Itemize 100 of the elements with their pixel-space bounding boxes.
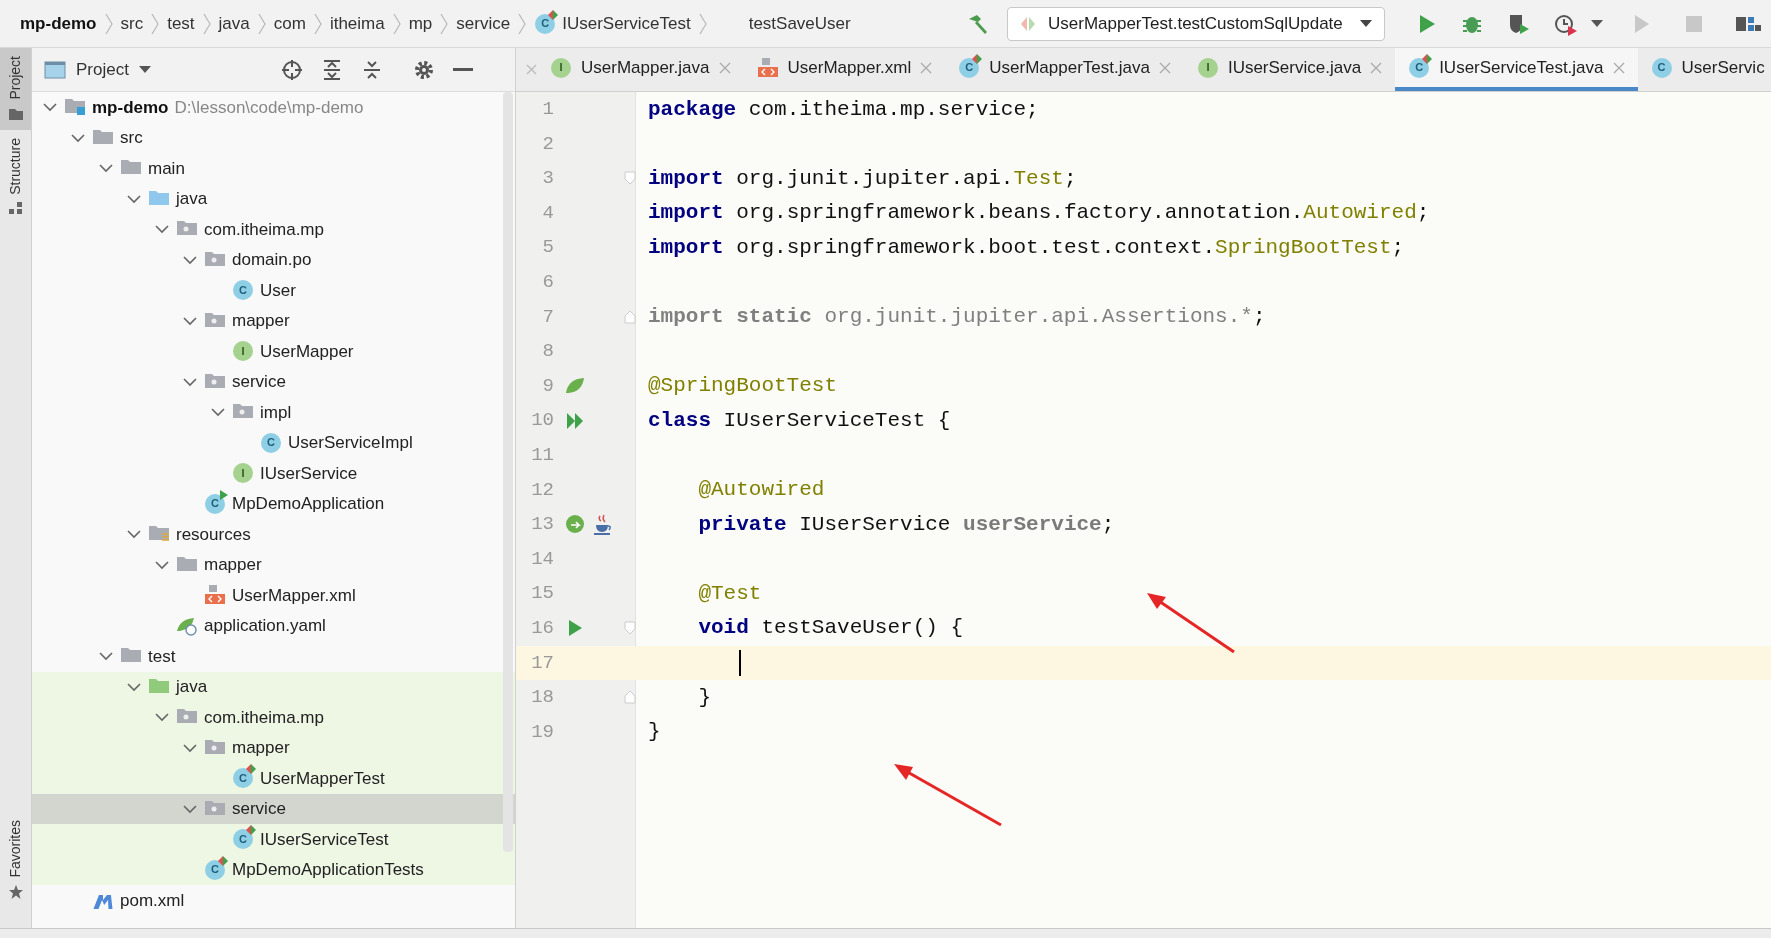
code-token: Autowired	[1303, 200, 1417, 227]
code-token: }	[697, 684, 711, 711]
tool-window-button[interactable]: Project	[0, 48, 31, 130]
line-number: 14	[530, 546, 554, 572]
line-number: 9	[541, 373, 554, 399]
breadcrumb-item[interactable]: itheima	[329, 10, 385, 37]
breadcrumb-item[interactable]: com	[273, 10, 306, 37]
line-number: 8	[541, 339, 554, 365]
tree-item[interactable]: service	[32, 793, 515, 824]
breadcrumb-item[interactable]: service	[456, 10, 511, 37]
editor-tab[interactable]: I IUserService.java	[1183, 48, 1396, 91]
class-icon: C	[232, 767, 254, 790]
code-token: org.springframework.boot.test.context.	[735, 234, 1216, 261]
interface-icon: I	[232, 340, 254, 363]
line-number: 17	[530, 650, 554, 676]
tree-item[interactable]: application.yaml	[32, 610, 515, 641]
tree-item[interactable]: I IUserService	[32, 458, 515, 489]
tree-item[interactable]: com.itheima.mp	[32, 214, 515, 245]
code-token: ;	[1101, 511, 1115, 538]
line-number: 15	[530, 581, 554, 607]
tree-item[interactable]: I UserMapper	[32, 336, 515, 367]
line-number: 11	[530, 443, 554, 468]
interface-icon: I	[232, 462, 254, 485]
tree-item[interactable]: service	[32, 366, 515, 397]
tree-item[interactable]: mapper	[32, 732, 515, 763]
breadcrumb-item[interactable]: src	[120, 10, 144, 37]
line-number: 18	[530, 685, 554, 711]
class-icon: C	[1650, 56, 1673, 79]
bean-icon	[564, 513, 586, 536]
code-token: @Test	[697, 580, 762, 607]
caret-icon[interactable]	[1591, 19, 1603, 28]
breadcrumb-item[interactable]: test	[167, 10, 195, 37]
breadcrumb-item[interactable]: IUserServiceTest	[562, 10, 691, 37]
tree-item[interactable]: UserMapper.xml	[32, 580, 515, 611]
tree-item[interactable]: test	[32, 641, 515, 672]
panel-title[interactable]: Project	[76, 56, 129, 83]
tree-item[interactable]: C UserServiceImpl	[32, 427, 515, 458]
code-token: org.junit.jupiter.api.Assertions.*	[823, 304, 1253, 331]
tree-item[interactable]: mapper	[32, 549, 515, 580]
scrollbar[interactable]	[503, 92, 513, 852]
breadcrumb-item[interactable]: java	[218, 10, 250, 37]
code-token: ;	[1391, 234, 1405, 261]
minimize-icon[interactable]	[452, 67, 473, 72]
close-icon	[526, 64, 537, 75]
tool-window-button[interactable]: Structure	[0, 129, 31, 225]
tree-item[interactable]: java	[32, 671, 515, 702]
window-icon	[44, 60, 66, 79]
fold-marker-icon	[624, 690, 636, 705]
tree-item[interactable]: src	[32, 122, 515, 153]
editor-tab[interactable]: C UserMapperTest.java	[945, 48, 1184, 91]
editor-tab[interactable]: UserMapper.xml	[743, 48, 946, 91]
settings-icon[interactable]	[412, 58, 435, 81]
tree-item[interactable]: mp-demo D:\lesson\code\mp-demo	[32, 92, 515, 123]
line-number: 2	[541, 131, 554, 157]
close-icon	[920, 61, 933, 74]
tool-window-button[interactable]: Favorites	[0, 812, 31, 908]
coffee-cup-icon	[592, 513, 614, 536]
tree-item[interactable]: java	[32, 183, 515, 214]
run-icon[interactable]	[1417, 12, 1437, 35]
editor-tab[interactable]: C UserServic	[1637, 48, 1771, 91]
tree-item[interactable]: C MpDemoApplication	[32, 488, 515, 519]
class-icon: C	[1408, 56, 1431, 79]
xml-file-icon	[204, 584, 226, 607]
tree-item[interactable]: resources	[32, 519, 515, 550]
editor-tab[interactable]: I UserMapper.java	[537, 48, 744, 91]
run-configuration-dropdown[interactable]: UserMapperTest.testCustomSqlUpdate	[1007, 6, 1385, 41]
code-token: void	[697, 615, 749, 642]
breadcrumb-item[interactable]: mp-demo	[20, 10, 97, 37]
fold-marker-icon	[624, 309, 636, 324]
tree-item[interactable]: C MpDemoApplicationTests	[32, 854, 515, 885]
tree-item[interactable]: C IUserServiceTest	[32, 824, 515, 855]
code-token: class	[648, 407, 711, 434]
code-token: Test	[1013, 165, 1064, 192]
code-token: IUserServiceTest {	[722, 407, 951, 434]
class-icon: C	[232, 279, 254, 302]
tree-item[interactable]: main	[32, 153, 515, 184]
line-number: 10	[530, 408, 554, 434]
line-number: 5	[541, 235, 554, 261]
code-token: import	[648, 165, 724, 192]
method-crumb[interactable]: testSaveUser	[748, 10, 851, 37]
tree-item[interactable]: pom.xml	[32, 885, 515, 916]
caret-icon[interactable]	[138, 65, 151, 74]
line-number: 1	[541, 97, 554, 123]
tree-item[interactable]: C UserMapperTest	[32, 763, 515, 794]
fold-marker-icon	[624, 171, 636, 186]
tree-item[interactable]: mapper	[32, 305, 515, 336]
close-icon	[1370, 61, 1383, 74]
tree-item[interactable]: impl	[32, 397, 515, 428]
xml-file-icon	[756, 56, 779, 79]
tree-label: mp-demo	[92, 96, 169, 119]
class-icon: C	[204, 492, 226, 515]
locate-icon[interactable]	[280, 58, 303, 81]
breadcrumb-item[interactable]: mp	[408, 10, 433, 37]
line-number: 19	[530, 719, 554, 745]
tree-item[interactable]: com.itheima.mp	[32, 702, 515, 733]
editor-tab[interactable]: C IUserServiceTest.java	[1395, 48, 1638, 91]
tree-item[interactable]: domain.po	[32, 244, 515, 275]
line-number: 16	[530, 615, 554, 641]
tree-item[interactable]: C User	[32, 275, 515, 306]
code-token: package	[648, 96, 737, 123]
